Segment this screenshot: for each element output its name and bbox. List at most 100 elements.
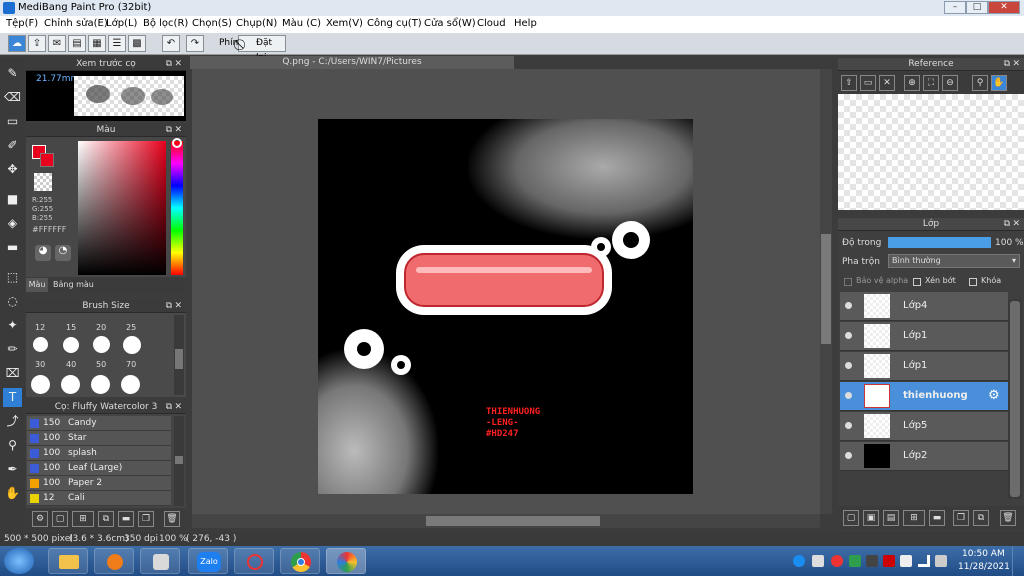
close-icon[interactable]: ✕ (1012, 218, 1020, 231)
scroll-thumb[interactable] (1010, 301, 1020, 497)
scroll-thumb[interactable] (175, 349, 183, 369)
medibang-icon[interactable] (326, 548, 366, 574)
new-brush-icon[interactable]: ▢ (52, 511, 68, 527)
minimize-button[interactable]: – (944, 1, 966, 14)
snipping-tool-icon[interactable] (234, 548, 274, 574)
vpn-icon[interactable] (883, 555, 895, 567)
size-dot[interactable] (91, 375, 110, 394)
duplicate-layer-icon[interactable]: ❐ (953, 510, 969, 526)
brush-item[interactable]: 100 Star (27, 431, 171, 446)
dot-tool-icon[interactable]: ✐ (3, 136, 22, 155)
start-button[interactable] (4, 548, 34, 574)
size-dot[interactable] (33, 337, 48, 352)
tray-app-icon[interactable] (812, 555, 824, 567)
eye-icon[interactable] (845, 422, 852, 429)
layer-row[interactable]: Lớp5 (840, 412, 1008, 441)
vertical-scrollbar[interactable] (820, 69, 832, 514)
network-icon[interactable] (918, 555, 930, 567)
folder-icon[interactable]: ▬ (118, 511, 134, 527)
undo-icon[interactable]: ↶ (162, 35, 180, 52)
eye-icon[interactable] (845, 302, 852, 309)
close-icon[interactable]: ✕ (174, 58, 182, 71)
fit-icon[interactable]: ⛶ (923, 75, 939, 91)
lasso-tool-icon[interactable]: ◌ (3, 292, 22, 311)
brush-item[interactable]: 100 Paper 2 (27, 476, 171, 491)
fill-rect-tool-icon[interactable]: ■ (3, 190, 22, 209)
chrome-icon[interactable] (280, 548, 320, 574)
duplicate-brush-icon[interactable]: ⧉ (98, 511, 114, 527)
close-icon[interactable]: ✕ (174, 300, 182, 313)
copy-icon[interactable]: ❐ (138, 511, 154, 527)
brush-list-scrollbar[interactable] (174, 416, 184, 506)
tray-app-icon[interactable] (866, 555, 878, 567)
size-dot[interactable] (61, 375, 80, 394)
operation-tool-icon[interactable]: ⤴ (3, 412, 22, 431)
close-icon[interactable]: ✕ (1012, 58, 1020, 71)
eyedropper-tool-icon[interactable]: ⚲ (3, 436, 22, 455)
eyedropper-icon[interactable]: ⚲ (972, 75, 988, 91)
menu-layer[interactable]: Lớp(L) (106, 18, 137, 29)
select-tool-icon[interactable]: ⬚ (3, 268, 22, 287)
horizontal-scrollbar[interactable] (192, 514, 820, 528)
menu-view[interactable]: Xem(V) (326, 18, 363, 29)
brush-tool-icon[interactable]: ✎ (3, 64, 22, 83)
share-icon[interactable]: ⇪ (28, 35, 46, 52)
add-layer-icon[interactable]: ⊞ (903, 510, 925, 526)
hand-tool-icon[interactable]: ✋ (3, 484, 22, 503)
merge-layer-icon[interactable]: ⧉ (973, 510, 989, 526)
brush-item[interactable]: 150 Candy (27, 416, 171, 431)
palette-icon[interactable]: ◕ (35, 245, 51, 261)
brush-item[interactable]: 12 Cali (27, 491, 171, 506)
rect-tool-icon[interactable]: ▭ (3, 112, 22, 131)
list-icon[interactable]: ☰ (108, 35, 126, 52)
tray-app-icon[interactable] (900, 555, 912, 567)
upload-icon[interactable]: ⇧ (841, 75, 857, 91)
layer-row-selected[interactable]: thienhuong ⚙ (840, 382, 1008, 411)
brush-item[interactable]: 100 splash (27, 446, 171, 461)
new-layer-halftone-icon[interactable]: ▤ (883, 510, 899, 526)
menu-color[interactable]: Màu (C) (282, 18, 321, 29)
hand-icon[interactable]: ✋ (991, 75, 1007, 91)
gradient-tool-icon[interactable]: ▬ (3, 238, 22, 257)
scroll-thumb[interactable] (821, 234, 831, 344)
size-dot[interactable] (123, 336, 141, 354)
brush-item[interactable]: 100 Leaf (Large) (27, 461, 171, 476)
comment-icon[interactable]: ✉ (48, 35, 66, 52)
menu-select[interactable]: Chọn(S) (192, 18, 232, 29)
explorer-icon[interactable] (48, 548, 88, 574)
add-brush-icon[interactable]: ⊞ (72, 511, 94, 527)
text-tool-icon[interactable]: T (3, 388, 22, 407)
grid-icon[interactable]: ▩ (128, 35, 146, 52)
size-dot[interactable] (31, 375, 50, 394)
size-dot[interactable] (121, 375, 140, 394)
cloud-icon[interactable]: ☁ (8, 35, 26, 52)
zoom-out-icon[interactable]: ⊖ (942, 75, 958, 91)
layer-row[interactable]: Lớp1 (840, 322, 1008, 351)
close-icon[interactable]: ✕ (174, 401, 182, 414)
move-tool-icon[interactable]: ✥ (3, 160, 22, 179)
protect-alpha-checkbox[interactable] (844, 278, 852, 286)
page-icon[interactable]: ▤ (68, 35, 86, 52)
eye-icon[interactable] (845, 452, 852, 459)
close-button[interactable]: ✕ (988, 1, 1020, 14)
layer-row[interactable]: Lớp2 (840, 442, 1008, 471)
menu-help[interactable]: Help (514, 18, 537, 29)
select-eraser-tool-icon[interactable]: ⌧ (3, 364, 22, 383)
size-dot[interactable] (63, 337, 79, 353)
trash-icon[interactable]: 🗑 (1000, 510, 1016, 526)
magic-wand-tool-icon[interactable]: ✦ (3, 316, 22, 335)
nvidia-icon[interactable] (849, 555, 861, 567)
menu-window[interactable]: Cửa sổ(W) (424, 18, 476, 29)
select-pen-tool-icon[interactable]: ✏ (3, 340, 22, 359)
close-icon[interactable]: ✕ (879, 75, 895, 91)
menu-cloud[interactable]: Cloud (477, 18, 506, 29)
transparent-swatch[interactable] (34, 173, 52, 191)
new-layer-color-icon[interactable]: ▣ (863, 510, 879, 526)
scroll-thumb[interactable] (426, 516, 600, 526)
gear-icon[interactable]: ⚙ (988, 388, 1000, 403)
brush-size-scrollbar[interactable] (174, 315, 184, 395)
layer-scrollbar[interactable] (1008, 299, 1022, 499)
tray-app-icon[interactable] (793, 555, 805, 567)
scroll-thumb[interactable] (175, 456, 183, 464)
lock-checkbox[interactable] (969, 278, 977, 286)
